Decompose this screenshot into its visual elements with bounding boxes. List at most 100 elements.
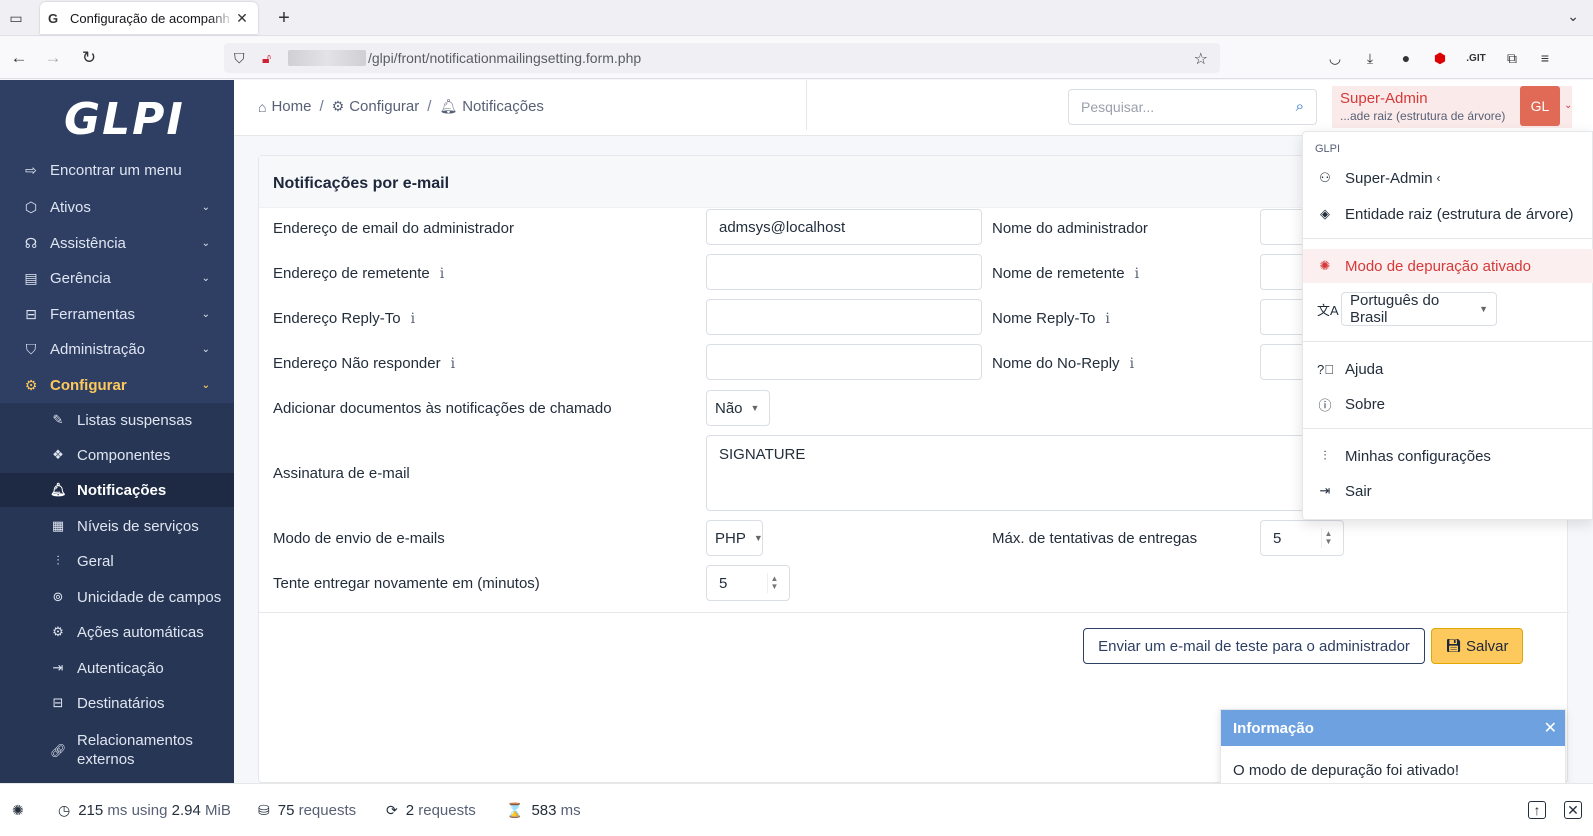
- close-debug-icon[interactable]: ✕: [1564, 801, 1582, 819]
- help-circle-icon: ?⃝: [1317, 361, 1334, 377]
- gear-icon: ⚙: [331, 98, 345, 114]
- forward-arrow-icon[interactable]: →: [42, 47, 64, 69]
- avatar[interactable]: GL: [1520, 86, 1560, 126]
- language-select[interactable]: Português do Brasil ▼: [1341, 292, 1497, 326]
- bookmark-star-icon[interactable]: ☆: [1194, 49, 1208, 69]
- sidebar-item-administracao[interactable]: ⛉ Administração ⌄: [0, 332, 234, 366]
- sidebar-item-notificacoes[interactable]: 🔔︎ Notificações: [0, 473, 234, 507]
- search-input[interactable]: Pesquisar... ⌕: [1068, 89, 1317, 125]
- bug-icon[interactable]: ✺: [12, 802, 32, 819]
- debug-sql-requests[interactable]: ⛁ 75 requests: [258, 802, 356, 819]
- replyto-address-field[interactable]: [706, 299, 982, 335]
- logout-icon: ⇥: [1319, 483, 1331, 498]
- debug-mode-item[interactable]: ✺ Modo de depuração ativado: [1303, 249, 1593, 283]
- close-icon[interactable]: ✕: [1544, 718, 1557, 738]
- sidebar-item-autenticacao[interactable]: ⇥ Autenticação: [0, 651, 234, 685]
- signature-textarea[interactable]: SIGNATURE: [706, 435, 1316, 511]
- sidebar-item-niveis-servicos[interactable]: ▦ Níveis de serviços: [0, 509, 234, 543]
- debug-bar: ✺ ◷ 215 ms using 2.94 MiB ⛁ 75 requests …: [0, 783, 1593, 836]
- info-icon[interactable]: i: [451, 356, 455, 372]
- glpi-logo[interactable]: GLPI: [64, 94, 185, 145]
- signature-label: Assinatura de e-mail: [273, 465, 410, 482]
- download-icon[interactable]: ⤓: [1360, 48, 1380, 68]
- close-tab-icon[interactable]: ✕: [234, 10, 250, 27]
- adjustments-icon: ⫶: [1323, 448, 1327, 463]
- shield-icon: ⛉: [25, 340, 37, 357]
- extensions-icon[interactable]: ⧉: [1502, 48, 1522, 68]
- sidebar-item-ferramentas[interactable]: ⊟ Ferramentas ⌄: [0, 297, 234, 331]
- url-bar[interactable]: ⛉ 🔓︎ /glpi/front/notificationmailingsett…: [224, 43, 1220, 73]
- logout-item[interactable]: ⇥ Sair: [1303, 474, 1593, 508]
- sidebar-item-componentes[interactable]: ❖ Componentes: [0, 438, 234, 472]
- sidebar-item-destinatarios[interactable]: ⊟ Destinatários: [0, 686, 234, 720]
- chevron-down-icon: ⌄: [201, 237, 210, 249]
- debug-time[interactable]: ◷ 215 ms using 2.94 MiB: [58, 802, 231, 819]
- browser-tabbar: ▭ G Configuração de acompanh ✕ + ⌄: [0, 0, 1593, 36]
- menu-icon[interactable]: ≡: [1535, 48, 1555, 68]
- info-icon[interactable]: i: [1130, 356, 1134, 372]
- chevron-down-icon[interactable]: ⌄: [1564, 100, 1572, 111]
- send-test-email-button[interactable]: Enviar um e-mail de teste para o adminis…: [1083, 628, 1425, 664]
- attach-docs-select[interactable]: Não ▼: [706, 390, 770, 426]
- help-item[interactable]: ?⃝ Ajuda: [1303, 352, 1593, 386]
- tab-list-icon[interactable]: ▭: [6, 8, 26, 28]
- max-tries-stepper[interactable]: 5 ▲ ▼: [1260, 520, 1344, 556]
- stepper-arrows-icon[interactable]: ▲ ▼: [767, 573, 781, 593]
- chevron-down-icon[interactable]: ⌄: [1567, 8, 1579, 25]
- breadcrumb-notificacoes[interactable]: Notificações: [462, 98, 544, 115]
- debug-server-time[interactable]: ⌛ 583 ms: [506, 802, 581, 819]
- info-icon[interactable]: i: [1105, 311, 1109, 327]
- sidebar-item-unicidade[interactable]: ⊚ Unicidade de campos: [0, 580, 234, 614]
- reload-icon[interactable]: ↻: [78, 47, 100, 69]
- debug-ajax-requests[interactable]: ⟳ 2 requests: [386, 802, 476, 819]
- noreply-address-label: Endereço Não responder i: [273, 355, 456, 372]
- git-extension-icon[interactable]: .GIT: [1466, 48, 1486, 68]
- browser-tab[interactable]: G Configuração de acompanh ✕: [40, 2, 258, 34]
- find-menu-button[interactable]: ⇨ Encontrar um menu: [0, 153, 234, 187]
- caret-down-icon: ▼: [750, 403, 760, 413]
- ublock-icon[interactable]: ⬢: [1430, 48, 1450, 68]
- entity-item[interactable]: ◈ Entidade raiz (estrutura de árvore): [1303, 197, 1593, 231]
- new-tab-button[interactable]: +: [272, 6, 296, 30]
- sidebar-item-ativos[interactable]: ⬡ Ativos ⌄: [0, 190, 234, 224]
- sidebar-item-geral[interactable]: ⫶ Geral: [0, 544, 234, 578]
- save-button[interactable]: 💾︎ Salvar: [1431, 628, 1523, 664]
- sidebar-item-relacionamentos[interactable]: 🔗︎ Relacionamentos externos: [0, 728, 234, 772]
- attach-docs-label: Adicionar documentos às notificações de …: [273, 400, 612, 417]
- browser-navbar: ← → ↻ ⛉ 🔓︎ /glpi/front/notificationmaili…: [0, 37, 1593, 79]
- admin-email-field[interactable]: admsys@localhost: [706, 209, 982, 245]
- pocket-icon[interactable]: ◡: [1325, 48, 1345, 68]
- headset-icon: ☊: [24, 234, 38, 251]
- info-icon[interactable]: i: [411, 311, 415, 327]
- insecure-lock-icon[interactable]: 🔓︎: [262, 50, 280, 67]
- back-arrow-icon[interactable]: ←: [8, 47, 30, 69]
- save-icon: 💾︎: [1445, 638, 1462, 653]
- mode-label: Modo de envio de e-mails: [273, 530, 445, 547]
- profile-icon[interactable]: ●: [1396, 48, 1416, 68]
- about-item[interactable]: ⓘ Sobre: [1303, 387, 1593, 421]
- breadcrumb: ⌂ Home / ⚙ Configurar / 🔔︎ Notificações: [258, 98, 544, 115]
- sidebar-item-configurar[interactable]: ⚙ Configurar ⌄: [0, 368, 234, 402]
- sender-address-field[interactable]: [706, 254, 982, 290]
- expand-icon[interactable]: ↑: [1528, 801, 1546, 819]
- noreply-address-field[interactable]: [706, 344, 982, 380]
- profile-item[interactable]: ⚇ Super-Admin ‹: [1303, 161, 1593, 195]
- breadcrumb-configurar[interactable]: Configurar: [349, 98, 419, 115]
- sidebar-item-gerencia[interactable]: ▤ Gerência ⌄: [0, 261, 234, 295]
- settings-item[interactable]: ⫶ Minhas configurações: [1303, 439, 1593, 473]
- info-icon[interactable]: i: [440, 266, 444, 282]
- login-icon: ⇥: [52, 660, 64, 675]
- database-icon: ⛁: [258, 802, 270, 818]
- sidebar-item-acoes-automaticas[interactable]: ⚙ Ações automáticas: [0, 615, 234, 649]
- retry-stepper[interactable]: 5 ▲ ▼: [706, 565, 790, 601]
- replyto-address-label: Endereço Reply-To i: [273, 310, 416, 327]
- dropdown-header: GLPI: [1315, 143, 1341, 155]
- stepper-arrows-icon[interactable]: ▲ ▼: [1321, 528, 1335, 548]
- breadcrumb-home[interactable]: Home: [271, 98, 311, 115]
- sidebar-item-listas-suspensas[interactable]: ✎ Listas suspensas: [0, 403, 234, 437]
- info-icon[interactable]: i: [1135, 266, 1139, 282]
- refresh-icon: ⟳: [386, 802, 398, 818]
- sidebar-item-assistencia[interactable]: ☊ Assistência ⌄: [0, 226, 234, 260]
- mode-select[interactable]: PHP ▼: [706, 520, 763, 556]
- search-icon[interactable]: ⌕: [1296, 98, 1304, 115]
